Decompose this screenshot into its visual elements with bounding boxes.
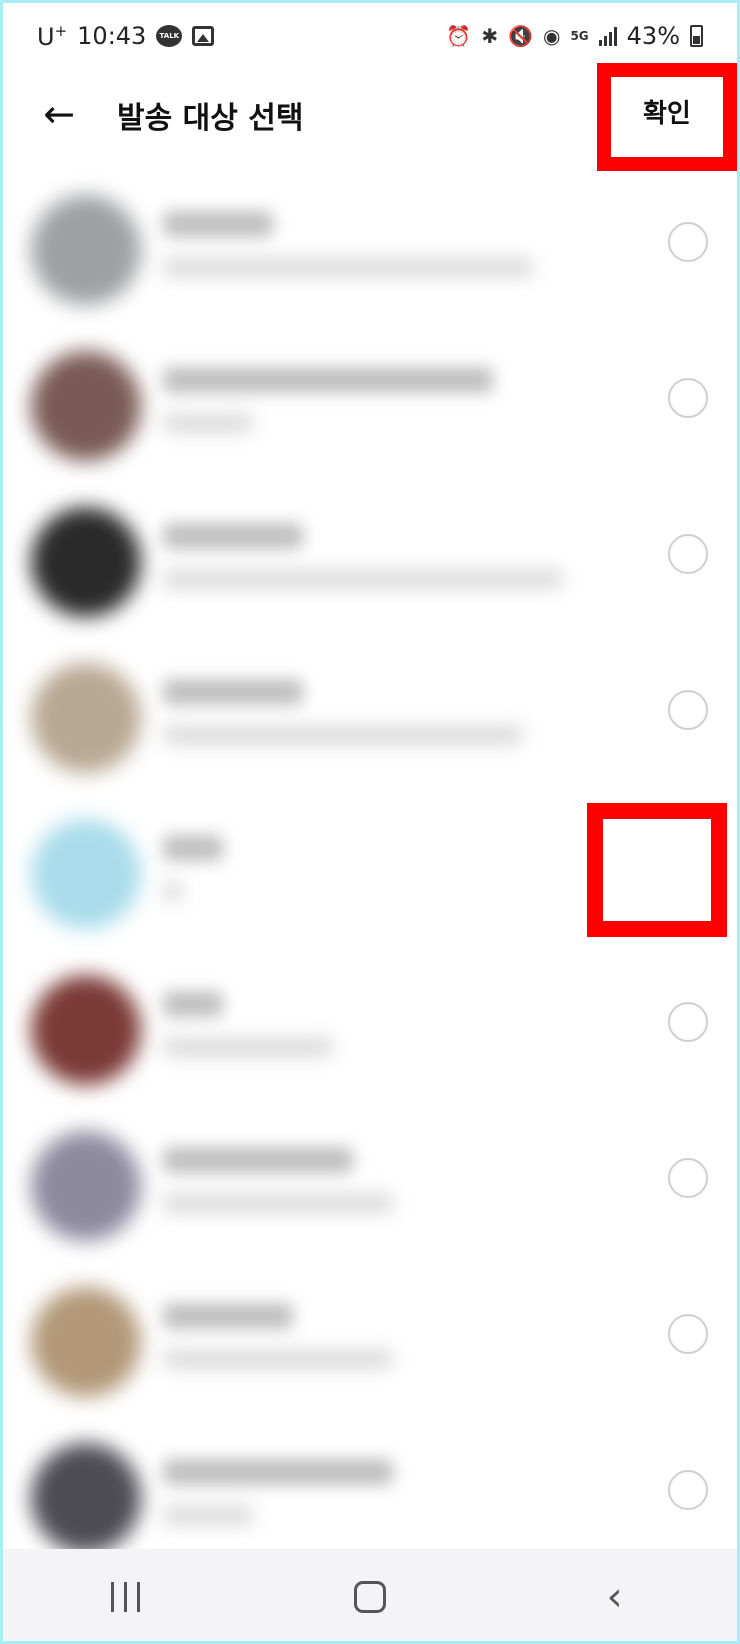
contact-name-blurred	[163, 679, 303, 705]
signal-icon	[598, 26, 617, 46]
recent-apps-button[interactable]	[85, 1567, 165, 1627]
contact-status-blurred	[163, 1037, 333, 1057]
contact-status-blurred	[163, 569, 563, 589]
back-arrow-icon[interactable]: ←	[39, 91, 79, 137]
contact-name-blurred	[163, 835, 223, 861]
contact-name-blurred	[163, 1303, 293, 1329]
contact-avatar	[31, 1443, 141, 1553]
status-bar-left: U+ 10:43 TALK	[37, 21, 215, 51]
gallery-icon	[192, 26, 215, 46]
hotspot-icon: ◉	[543, 24, 561, 48]
contact-avatar	[31, 351, 141, 461]
contact-status-blurred	[163, 1193, 393, 1213]
contact-name-blurred	[163, 1459, 393, 1485]
back-nav-button[interactable]: ‹	[575, 1567, 655, 1627]
battery-icon	[690, 25, 703, 47]
home-button[interactable]	[330, 1567, 410, 1627]
radio-unselected[interactable]	[668, 1002, 708, 1042]
contact-avatar	[31, 507, 141, 617]
clock: 10:43	[77, 22, 147, 50]
contact-name-blurred	[163, 1147, 353, 1173]
contact-status-blurred	[163, 257, 533, 277]
contact-status-blurred	[163, 1349, 393, 1369]
mute-icon: 🔇	[508, 24, 533, 48]
contact-row[interactable]	[3, 485, 737, 641]
back-chevron-icon: ‹	[606, 1573, 623, 1620]
app-frame: U+ 10:43 TALK ⏰ ✱ 🔇 ◉ 5G 43% ← 발송 대상 선택 …	[0, 0, 740, 1644]
status-bar: U+ 10:43 TALK ⏰ ✱ 🔇 ◉ 5G 43%	[3, 3, 737, 69]
contact-status-blurred	[163, 1505, 253, 1525]
contact-row[interactable]	[3, 953, 737, 1109]
contact-row[interactable]	[3, 641, 737, 797]
home-icon	[353, 1580, 386, 1613]
bluetooth-icon: ✱	[481, 24, 499, 48]
radio-unselected[interactable]	[668, 534, 708, 574]
contact-avatar	[31, 195, 141, 305]
carrier-label: U+	[37, 21, 68, 51]
contact-name-blurred	[163, 991, 223, 1017]
contact-row[interactable]	[3, 329, 737, 485]
contact-name-blurred	[163, 523, 303, 549]
contact-name-blurred	[163, 367, 493, 393]
contact-row[interactable]	[3, 173, 737, 329]
contact-avatar	[31, 819, 141, 929]
navigation-bar: ‹	[3, 1549, 737, 1641]
radio-unselected[interactable]	[668, 222, 708, 262]
radio-unselected[interactable]	[668, 690, 708, 730]
contact-avatar	[31, 975, 141, 1085]
contact-status-blurred	[163, 725, 523, 745]
radio-unselected[interactable]	[668, 1158, 708, 1198]
contact-row[interactable]	[3, 1109, 737, 1265]
confirm-button[interactable]: 확인	[643, 93, 691, 130]
contact-name-blurred	[163, 211, 273, 237]
alarm-icon: ⏰	[446, 24, 472, 48]
radio-unselected[interactable]	[668, 1314, 708, 1354]
contact-status-blurred	[163, 881, 183, 901]
radio-unselected[interactable]	[668, 378, 708, 418]
kakaotalk-icon: TALK	[156, 25, 183, 47]
contact-avatar	[31, 1131, 141, 1241]
battery-percent: 43%	[626, 22, 680, 50]
contact-row[interactable]	[3, 1265, 737, 1421]
recent-apps-icon	[110, 1581, 140, 1612]
contact-avatar	[31, 1287, 141, 1397]
radio-unselected[interactable]	[668, 1470, 708, 1510]
status-bar-right: ⏰ ✱ 🔇 ◉ 5G 43%	[446, 22, 703, 50]
5g-icon: 5G	[570, 29, 589, 43]
page-title: 발송 대상 선택	[117, 101, 304, 136]
contact-avatar	[31, 663, 141, 773]
contact-status-blurred	[163, 413, 253, 433]
selected-highlight-box	[587, 803, 727, 937]
